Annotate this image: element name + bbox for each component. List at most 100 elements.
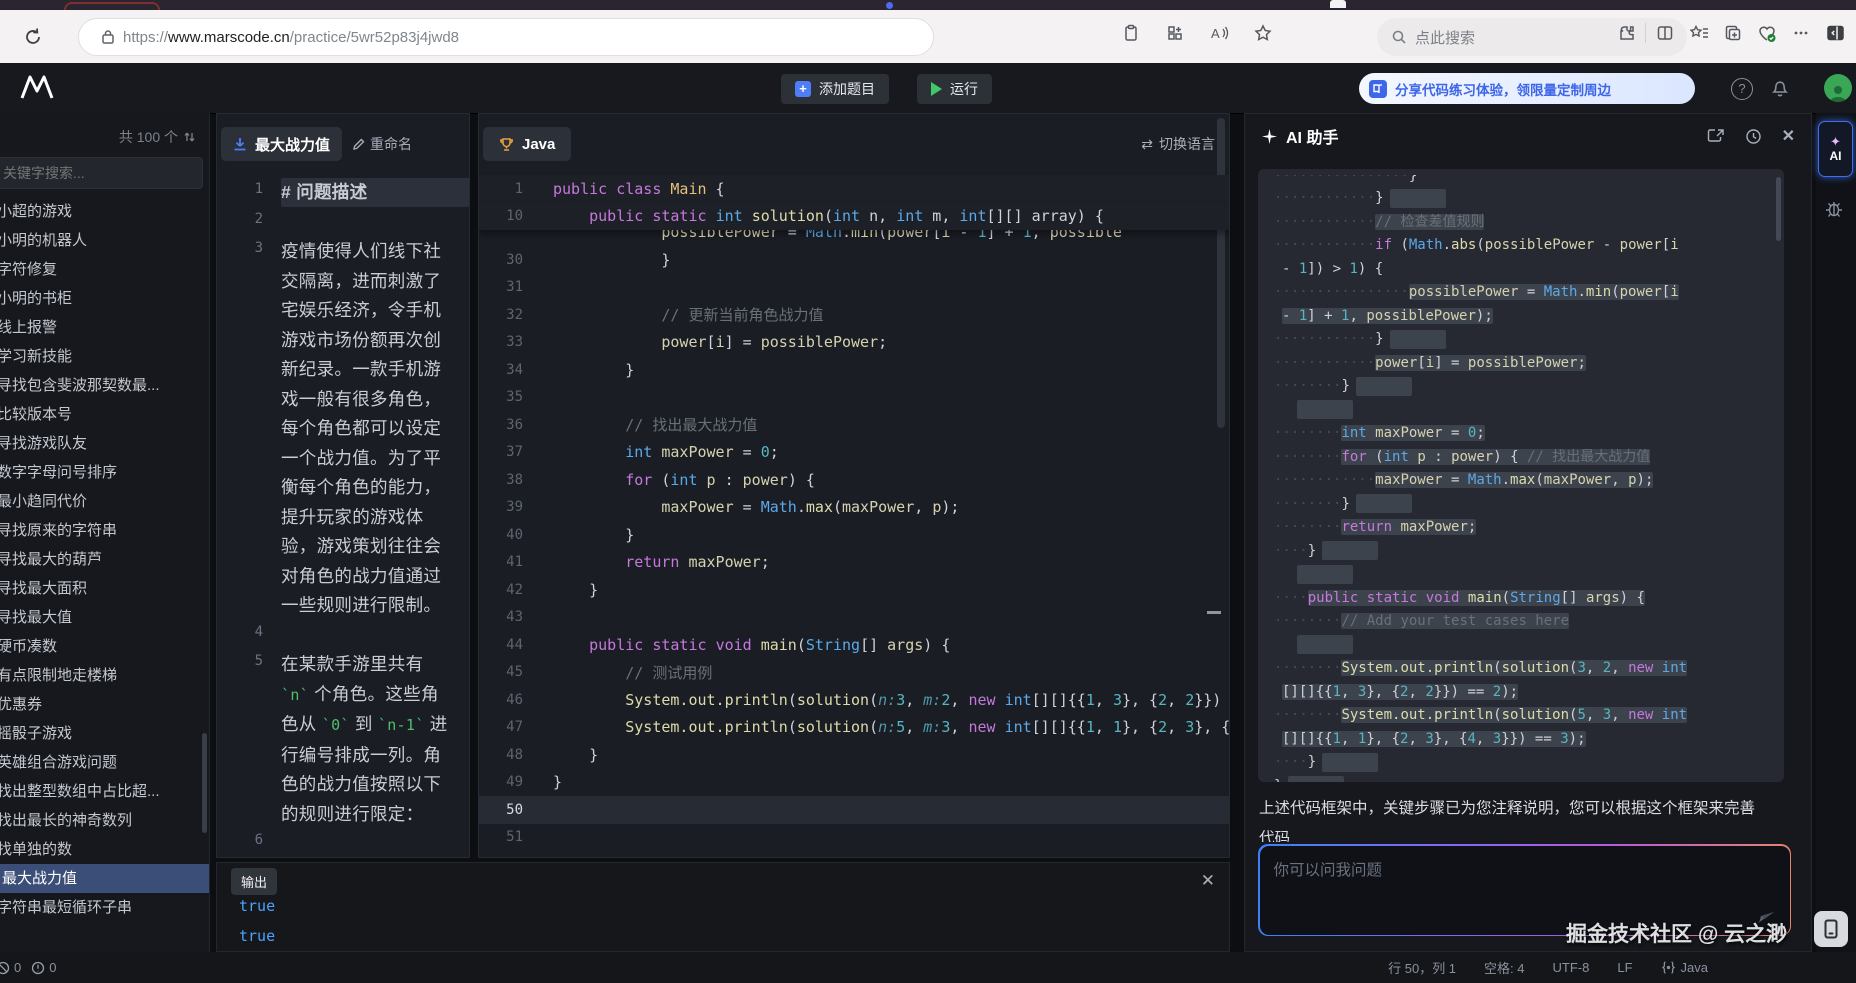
code-line[interactable]: 46 System.out.println(solution(n:3, m:2,… [479,686,1229,714]
output-close-icon[interactable]: ✕ [1201,871,1215,891]
code-line[interactable]: 30 } [479,246,1229,274]
problem-list-item[interactable]: 找单独的数 [0,835,209,864]
code-line[interactable]: 37 int maxPower = 0; [479,439,1229,467]
problem-list-item[interactable]: 小明的机器人 [0,226,209,255]
language-tab-java[interactable]: Java [483,127,571,161]
problem-list-item[interactable]: 优惠券 [0,690,209,719]
url-bar[interactable]: https://www.marscode.cn/practice/5wr52p8… [78,18,934,56]
problem-list-item[interactable]: 寻找最大值 [0,603,209,632]
problem-list-item[interactable]: 最大战力值 [0,864,209,893]
cursor-position[interactable]: 行 50，列 1 [1388,958,1456,977]
code-line[interactable]: 47 System.out.println(solution(n:5, m:3,… [479,714,1229,742]
code-line[interactable]: 45 // 测试用例 [479,659,1229,687]
problem-list-item[interactable]: 线上报警 [0,313,209,342]
split-screen-icon[interactable] [1650,18,1680,48]
problem-search-box[interactable] [0,157,203,189]
problem-list-item[interactable]: 小明的书柜 [0,284,209,313]
output-content[interactable]: truetrue [217,891,1229,951]
code-line[interactable]: 51 [479,824,1229,852]
problem-description-body[interactable]: 1# 问题描述23疫情使得人们线下社交隔离，进而刺激了宅娱乐经济，令手机游戏市场… [217,178,469,858]
active-tab-fragment[interactable] [1330,0,1346,8]
switch-language-button[interactable]: ⇄ 切换语言 [1141,134,1215,154]
code-line[interactable]: 36 // 找出最大战力值 [479,411,1229,439]
user-avatar[interactable] [1824,74,1852,102]
code-line[interactable]: 42 } [479,576,1229,604]
code-line[interactable]: 48 } [479,741,1229,769]
editor-scrollbar[interactable] [1217,118,1225,428]
read-aloud-icon[interactable]: A [1204,18,1234,48]
code-line[interactable]: 50 [479,796,1229,824]
sidebar-toggle-icon[interactable] [1820,18,1850,48]
code-line[interactable]: 32 // 更新当前角色战力值 [479,301,1229,329]
problem-list-item[interactable]: 小超的游戏 [0,197,209,226]
ai-card-scrollbar[interactable] [1776,177,1781,241]
code-line[interactable]: 43 [479,604,1229,632]
problem-list-item[interactable]: 寻找最大的葫芦 [0,545,209,574]
promo-banner[interactable]: 分享代码练习体验，领限量定制周边 [1359,73,1695,104]
browser-menu-icon[interactable] [1786,18,1816,48]
code-line[interactable]: 34 } [479,356,1229,384]
language-mode[interactable]: Java [1661,960,1708,975]
rename-button[interactable]: 重命名 [352,134,412,154]
code-line[interactable]: 49} [479,769,1229,797]
problem-list-item[interactable]: 字符串最短循环子串 [0,893,209,922]
problem-list-item[interactable]: 数字字母问号排序 [0,458,209,487]
indentation[interactable]: 空格: 4 [1484,958,1524,977]
problem-list-item[interactable]: 寻找原来的字符串 [0,516,209,545]
code-line[interactable]: 33 power[i] = possiblePower; [479,329,1229,357]
errors-indicator[interactable]: 0 [0,960,21,975]
problem-list-item[interactable]: 硬币凑数 [0,632,209,661]
eol[interactable]: LF [1617,960,1632,975]
problem-list-item[interactable]: 寻找游戏队友 [0,429,209,458]
mobile-view-button[interactable] [1814,911,1848,947]
code-line[interactable]: 39 maxPower = Math.max(maxPower, p); [479,494,1229,522]
sort-icon[interactable] [184,131,195,143]
marscode-logo[interactable] [20,73,54,101]
warnings-indicator[interactable]: 0 [31,960,56,975]
problem-list-item[interactable]: 找出整型数组中占比超... [0,777,209,806]
sidebar-scrollbar[interactable] [202,733,207,833]
refresh-icon[interactable] [18,22,48,52]
code-line[interactable]: 35 [479,384,1229,412]
code-line[interactable]: 40 } [479,521,1229,549]
problem-list-item[interactable]: 摇骰子游戏 [0,719,209,748]
clipboard-icon[interactable] [1116,18,1146,48]
add-problem-button[interactable]: + 添加题目 [781,74,889,104]
code-line[interactable]: 38 for (int p : power) { [479,466,1229,494]
problem-list-item[interactable]: 比较版本号 [0,400,209,429]
notifications-bell-icon[interactable] [1770,77,1790,98]
problem-list-item[interactable]: 寻找最大面积 [0,574,209,603]
history-icon[interactable] [1745,128,1762,145]
debug-bug-icon[interactable] [1824,199,1844,219]
code-editor-body[interactable]: 1public class Main {10 public static int… [479,175,1229,851]
problem-list-item[interactable]: 英雄组合游戏问题 [0,748,209,777]
favorites-bar-icon[interactable] [1684,18,1714,48]
ai-panel-close-icon[interactable]: ✕ [1782,126,1795,146]
export-chat-icon[interactable] [1707,128,1725,144]
code-line[interactable]: 41 return maxPower; [479,549,1229,577]
extensions-icon[interactable] [1611,18,1641,48]
problem-list-item[interactable]: 寻找包含斐波那契数最... [0,371,209,400]
problem-search-input[interactable] [0,165,202,181]
code-line[interactable]: 1public class Main { [479,175,1229,203]
ai-code-block[interactable]: ················}············}··········… [1258,169,1784,782]
problem-list-item[interactable]: 字符修复 [0,255,209,284]
problem-list-item[interactable]: 最小趋同代价 [0,487,209,516]
favorite-star-icon[interactable] [1248,18,1278,48]
lock-icon[interactable] [93,22,123,52]
encoding[interactable]: UTF-8 [1553,960,1590,975]
help-icon[interactable]: ? [1731,78,1753,100]
code-line[interactable]: possiblePower = Math.min(power[i - 1] + … [479,230,1229,246]
problem-list-item[interactable]: 找出最长的神奇数列 [0,806,209,835]
ai-assistant-toggle-button[interactable]: ✦ AI [1818,121,1853,177]
url-text[interactable]: https://www.marscode.cn/practice/5wr52p8… [123,29,459,46]
problem-list-item[interactable]: 学习新技能 [0,342,209,371]
run-button[interactable]: 运行 [917,74,992,104]
apps-grid-icon[interactable] [1160,18,1190,48]
code-line[interactable]: 10 public static int solution(int n, int… [479,203,1229,231]
browser-essentials-icon[interactable] [1752,18,1782,48]
code-line[interactable]: 31 [479,274,1229,302]
problem-tab[interactable]: 最大战力值 [221,127,342,161]
problems-indicators[interactable]: 0 0 [0,960,56,975]
code-line[interactable]: 44 public static void main(String[] args… [479,631,1229,659]
